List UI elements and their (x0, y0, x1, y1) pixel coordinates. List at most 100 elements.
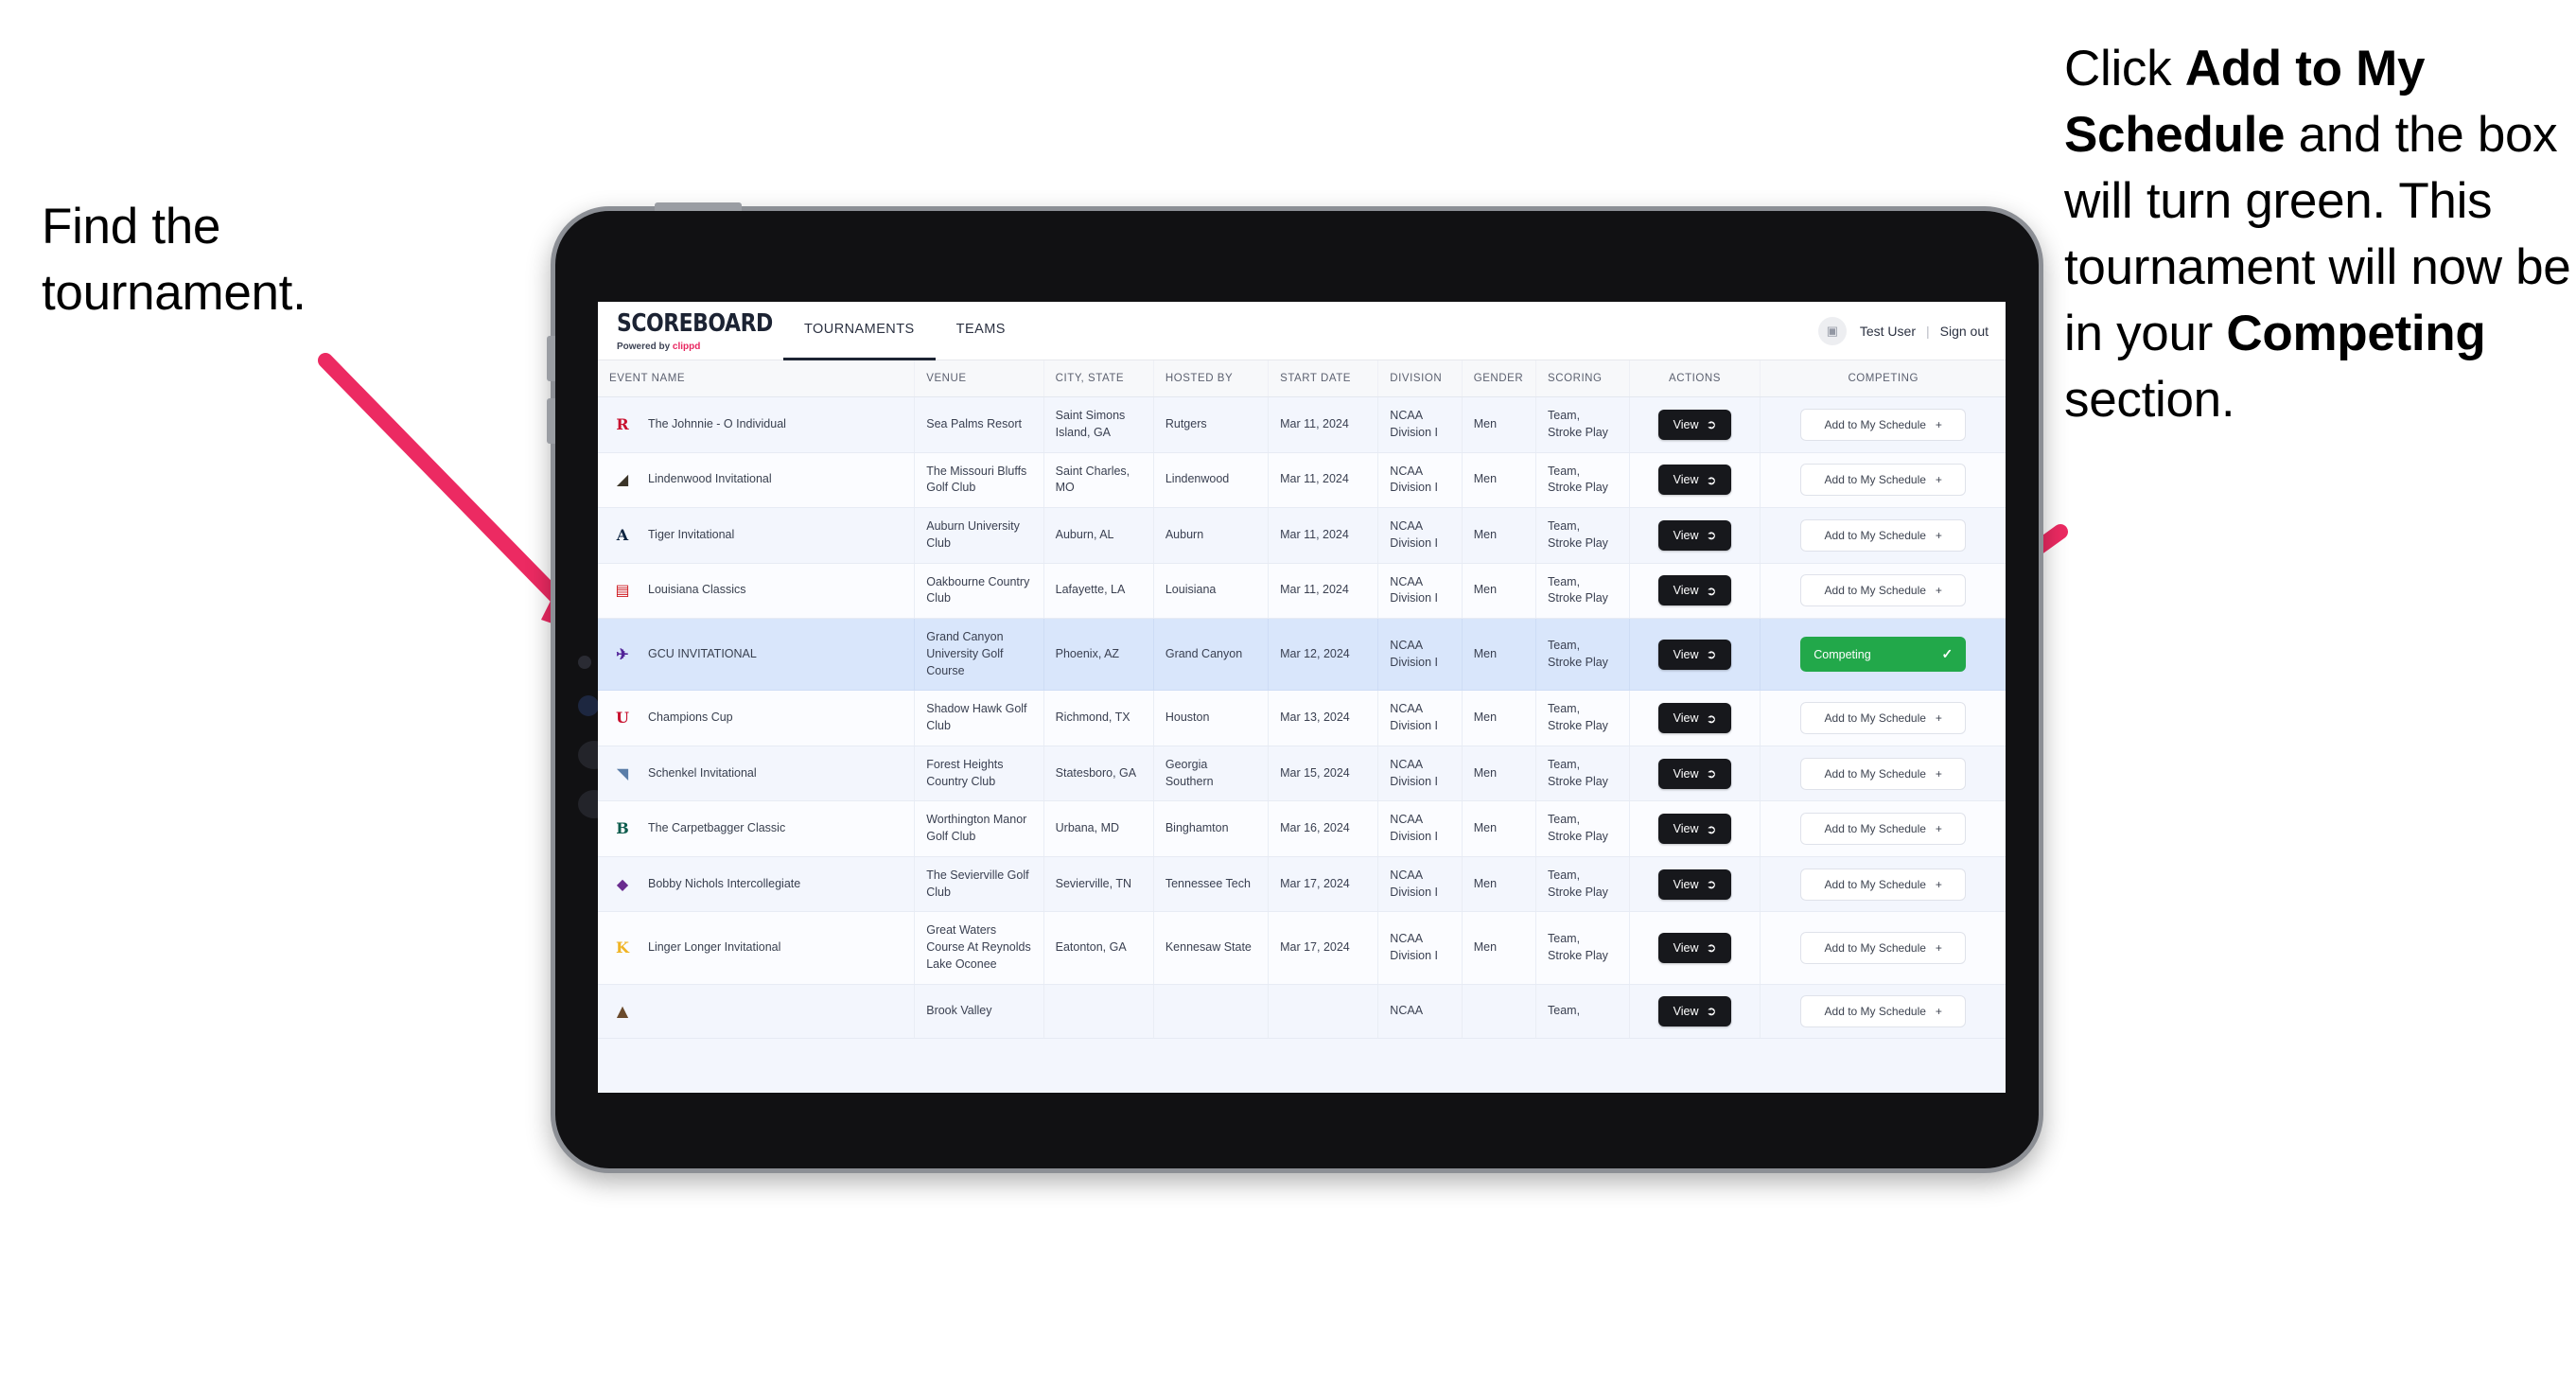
view-button-label: View (1673, 473, 1699, 487)
view-button-label: View (1673, 940, 1699, 955)
event-cell: R The Johnnie - O Individual (609, 412, 902, 437)
table-row[interactable]: R The Johnnie - O Individual Sea Palms R… (598, 396, 2006, 453)
tournaments-table: EVENT NAME VENUE CITY, STATE HOSTED BY S… (598, 360, 2006, 1039)
view-button[interactable]: View ➲ (1657, 703, 1732, 733)
plus-icon: + (1935, 584, 1942, 598)
view-button-label: View (1673, 647, 1699, 661)
add-to-my-schedule-button[interactable]: Add to My Schedule + (1800, 994, 1967, 1027)
gender-cell: Men (1462, 618, 1537, 692)
view-button[interactable]: View ➲ (1657, 575, 1732, 606)
power-button[interactable] (655, 202, 742, 211)
scoring-cell: Team, Stroke Play (1535, 856, 1630, 913)
date-cell: Mar 15, 2024 (1268, 746, 1379, 802)
view-button[interactable]: View ➲ (1657, 868, 1732, 900)
date-cell: Mar 17, 2024 (1268, 856, 1379, 913)
actions-cell: View ➲ (1629, 984, 1761, 1039)
table-row[interactable]: ◥ Schenkel Invitational Forest Heights C… (598, 746, 2006, 802)
competing-cell: Add to My Schedule + (1760, 800, 2006, 857)
event-name-cell: ◥ Schenkel Invitational (598, 746, 916, 802)
add-to-my-schedule-button[interactable]: Add to My Schedule + (1800, 931, 1967, 964)
tournaments-table-scroll[interactable]: EVENT NAME VENUE CITY, STATE HOSTED BY S… (598, 360, 2006, 1093)
volume-down-button[interactable] (547, 398, 555, 444)
event-cell: ▲ (609, 999, 902, 1024)
add-to-my-schedule-button[interactable]: Add to My Schedule + (1800, 464, 1967, 497)
view-button[interactable]: View ➲ (1657, 639, 1732, 670)
app-header: SCOREBOARD Powered by clippd TOURNAMENTS… (598, 302, 2006, 360)
add-to-my-schedule-button[interactable]: Add to My Schedule + (1800, 757, 1967, 790)
event-name-cell: U Champions Cup (598, 690, 916, 746)
host-cell: Georgia Southern (1153, 746, 1270, 802)
host-cell: Rutgers (1153, 396, 1270, 453)
add-to-my-schedule-button[interactable]: Add to My Schedule + (1800, 813, 1967, 845)
view-button-label: View (1673, 584, 1699, 598)
scoring-cell: Team, Stroke Play (1535, 618, 1630, 692)
competing-cell: Add to My Schedule + (1760, 984, 2006, 1039)
venue-cell: Shadow Hawk Golf Club (914, 690, 1044, 746)
arrow-circle-right-icon: ➲ (1706, 647, 1717, 662)
table-body: R The Johnnie - O Individual Sea Palms R… (598, 396, 2006, 1039)
add-to-my-schedule-button[interactable]: Add to My Schedule + (1800, 408, 1967, 441)
table-row[interactable]: ▲ Brook Valley NCAA Team, View ➲ Add to My… (598, 984, 2006, 1039)
table-row[interactable]: ▤ Louisiana Classics Oakbourne Country C… (598, 563, 2006, 619)
table-row[interactable]: A Tiger Invitational Auburn University C… (598, 507, 2006, 564)
user-name[interactable]: Test User (1860, 324, 1916, 339)
gender-cell (1462, 984, 1537, 1039)
add-to-my-schedule-button[interactable]: Add to My Schedule + (1800, 868, 1967, 901)
table-row[interactable]: B The Carpetbagger Classic Worthington M… (598, 800, 2006, 857)
venue-cell: Sea Palms Resort (914, 396, 1044, 453)
competing-cell: Competing ✓ (1760, 618, 2006, 692)
date-cell: Mar 16, 2024 (1268, 800, 1379, 857)
city-cell: Sevierville, TN (1043, 856, 1154, 913)
view-button[interactable]: View ➲ (1657, 758, 1732, 789)
competing-cell: Add to My Schedule + (1760, 690, 2006, 746)
scoring-cell: Team, Stroke Play (1535, 690, 1630, 746)
arrow-circle-right-icon: ➲ (1706, 583, 1717, 598)
tennessee-tech-logo: ◆ (616, 874, 629, 893)
division-cell: NCAA Division I (1377, 800, 1463, 857)
plus-icon: + (1935, 766, 1942, 781)
col-actions: ACTIONS (1629, 360, 1761, 397)
add-button-label: Add to My Schedule (1824, 1004, 1926, 1018)
division-cell: NCAA Division I (1377, 690, 1463, 746)
plus-icon: + (1935, 711, 1942, 725)
event-name-text: GCU INVITATIONAL (648, 646, 757, 660)
table-row[interactable]: ✈ GCU INVITATIONAL Grand Canyon Universi… (598, 618, 2006, 692)
competing-button[interactable]: Competing ✓ (1800, 637, 1967, 673)
add-button-label: Add to My Schedule (1824, 473, 1926, 487)
date-cell: Mar 11, 2024 (1268, 396, 1379, 453)
tab-tournaments[interactable]: TOURNAMENTS (783, 302, 936, 360)
brand-logo[interactable]: SCOREBOARD Powered by clippd (617, 310, 773, 352)
view-button[interactable]: View ➲ (1657, 409, 1732, 440)
competing-cell: Add to My Schedule + (1760, 452, 2006, 508)
view-button[interactable]: View ➲ (1657, 519, 1732, 551)
sign-out-link[interactable]: Sign out (1940, 324, 1989, 339)
add-to-my-schedule-button[interactable]: Add to My Schedule + (1800, 518, 1967, 552)
event-name-text: The Johnnie - O Individual (648, 416, 786, 430)
avatar[interactable]: ▣ (1817, 316, 1847, 345)
venue-cell: Forest Heights Country Club (914, 746, 1044, 802)
view-button[interactable]: View ➲ (1657, 995, 1732, 1026)
view-button-label: View (1673, 822, 1699, 835)
view-button[interactable]: View ➲ (1657, 465, 1732, 496)
event-name-text: Schenkel Invitational (648, 765, 757, 780)
arrow-circle-right-icon: ➲ (1706, 528, 1717, 543)
plus-icon: + (1935, 528, 1942, 542)
event-name-text: Champions Cup (648, 711, 733, 725)
volume-up-button[interactable] (547, 336, 555, 381)
tab-teams[interactable]: TEAMS (936, 302, 1026, 360)
plus-icon: + (1935, 877, 1942, 891)
table-row[interactable]: ◢ Lindenwood Invitational The Missouri B… (598, 452, 2006, 508)
table-row[interactable]: ◆ Bobby Nichols Intercollegiate The Sevi… (598, 856, 2006, 913)
table-row[interactable]: K Linger Longer Invitational Great Water… (598, 911, 2006, 985)
date-cell: Mar 11, 2024 (1268, 507, 1379, 564)
table-row[interactable]: U Champions Cup Shadow Hawk Golf Club Ric… (598, 690, 2006, 746)
gender-cell: Men (1462, 746, 1537, 802)
col-division: DIVISION (1377, 360, 1463, 397)
view-button[interactable]: View ➲ (1657, 932, 1732, 963)
add-to-my-schedule-button[interactable]: Add to My Schedule + (1800, 702, 1967, 734)
view-button[interactable]: View ➲ (1657, 814, 1732, 844)
add-button-label: Add to My Schedule (1824, 584, 1926, 598)
user-separator: | (1925, 323, 1930, 339)
add-to-my-schedule-button[interactable]: Add to My Schedule + (1800, 574, 1967, 607)
event-cell: ✈ GCU INVITATIONAL (609, 642, 902, 667)
